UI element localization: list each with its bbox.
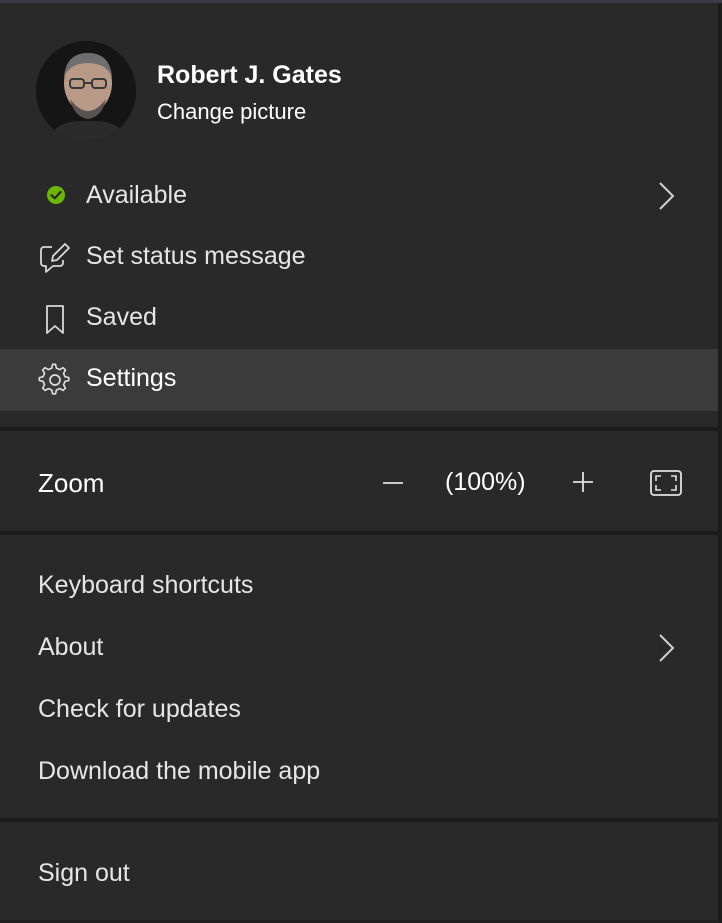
- saved-label: Saved: [86, 303, 157, 331]
- zoom-row: Zoom (100%): [0, 433, 718, 533]
- saved-item[interactable]: Saved: [0, 288, 718, 350]
- change-picture-link[interactable]: Change picture: [157, 99, 306, 125]
- avatar-photo-icon: [36, 41, 136, 141]
- divider: [0, 427, 718, 431]
- status-available[interactable]: Available: [0, 166, 718, 228]
- bookmark-icon: [38, 302, 72, 336]
- menu-edge: [718, 3, 722, 923]
- profile-header: Robert J. Gates Change picture: [0, 3, 722, 163]
- about-label: About: [38, 633, 104, 661]
- fullscreen-icon: [650, 470, 682, 496]
- sign-out-item[interactable]: Sign out: [0, 844, 718, 906]
- status-available-label: Available: [86, 181, 188, 209]
- minus-icon: [383, 482, 403, 484]
- about-item[interactable]: About: [0, 618, 718, 680]
- gear-icon: [38, 363, 72, 397]
- fullscreen-button[interactable]: [648, 468, 684, 498]
- check-for-updates-label: Check for updates: [38, 695, 241, 723]
- zoom-level-value: (100%): [445, 468, 526, 496]
- zoom-label: Zoom: [38, 468, 105, 498]
- settings-item[interactable]: Settings: [0, 349, 718, 411]
- chevron-right-icon: [656, 180, 678, 214]
- avatar[interactable]: [36, 41, 136, 141]
- set-status-message-label: Set status message: [86, 242, 306, 270]
- check-for-updates-item[interactable]: Check for updates: [0, 680, 718, 742]
- keyboard-shortcuts-label: Keyboard shortcuts: [38, 571, 254, 599]
- profile-name: Robert J. Gates: [157, 61, 342, 89]
- set-status-message-item[interactable]: Set status message: [0, 227, 718, 289]
- profile-menu: Robert J. Gates Change picture Available…: [0, 0, 722, 923]
- edit-message-icon: [38, 241, 72, 275]
- plus-icon: [573, 472, 593, 492]
- settings-label: Settings: [86, 364, 177, 392]
- divider: [0, 818, 718, 822]
- download-mobile-app-label: Download the mobile app: [38, 757, 321, 785]
- chevron-right-icon: [656, 632, 678, 666]
- available-status-dot-icon: [38, 180, 72, 214]
- zoom-in-button[interactable]: [568, 465, 598, 499]
- divider: [0, 531, 718, 535]
- zoom-out-button[interactable]: [378, 465, 408, 499]
- sign-out-label: Sign out: [38, 859, 130, 887]
- keyboard-shortcuts-item[interactable]: Keyboard shortcuts: [0, 556, 718, 618]
- download-mobile-app-item[interactable]: Download the mobile app: [0, 742, 718, 804]
